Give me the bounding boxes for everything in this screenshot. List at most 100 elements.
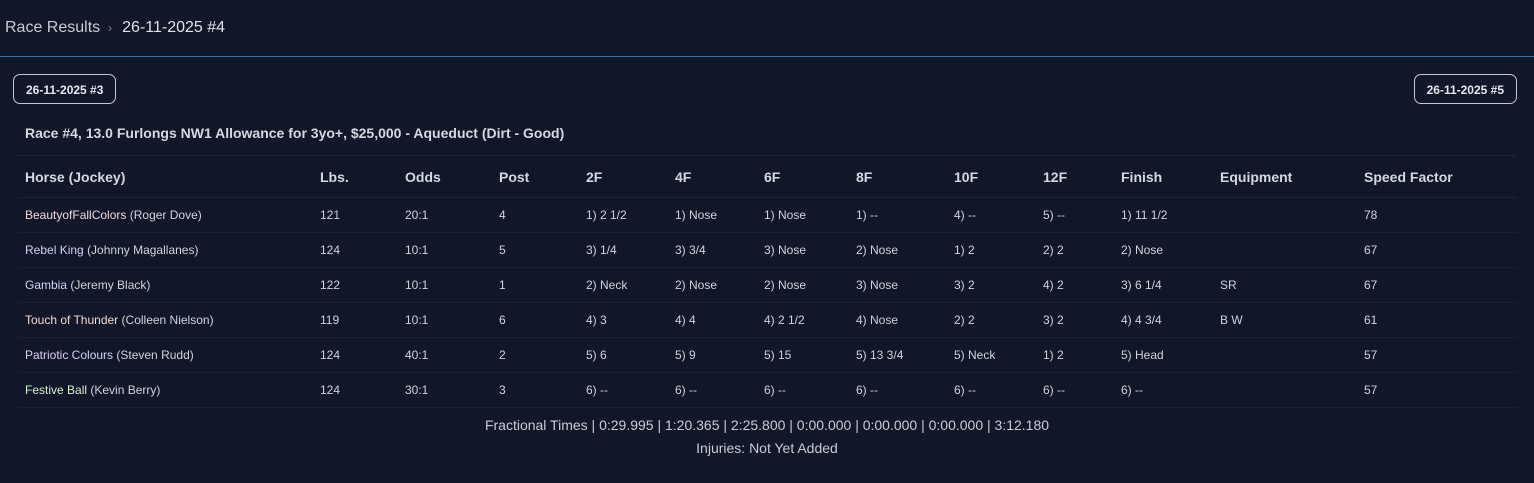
column-header: 2F [586,168,603,185]
speed-factor-cell: 57 [1364,383,1378,397]
column-header: 10F [954,168,979,185]
split-4f-cell: 2) Nose [675,278,718,292]
split-2f-cell: 1) 2 1/2 [586,208,627,222]
horse-jockey-cell: Touch of Thunder (Colleen Nielson) [17,303,312,338]
speed-factor-cell: 57 [1364,348,1378,362]
column-header: Horse (Jockey) [25,168,126,185]
split-2f-cell: 4) 3 [586,313,607,327]
breadcrumb-race-results-link[interactable]: Race Results [5,19,100,37]
speed-factor-cell: 67 [1364,243,1378,257]
column-header: 4F [675,168,692,185]
post-cell: 2 [499,348,506,362]
split-4f-cell: 1) Nose [675,208,718,222]
post-cell: 4 [499,208,506,222]
post-cell: 1 [499,278,506,292]
table-row: Rebel King (Johnny Magallanes) 124 10:1 5 3)… [17,233,1517,268]
split-10f-cell: 1) 2 [954,243,975,257]
previous-race-button[interactable]: 26-11-2025 #3 [13,74,117,104]
horse-name-link[interactable]: Rebel King [25,243,84,257]
odds-cell: 40:1 [405,348,429,362]
equipment-cell [1212,338,1356,373]
finish-cell: 3) 6 1/4 [1121,278,1162,292]
split-10f-cell: 4) -- [954,208,976,222]
jockey-name: (Colleen Nielson) [121,313,214,327]
horse-name-link[interactable]: BeautyofFallColors [25,208,126,222]
split-2f-cell: 6) -- [586,383,608,397]
lbs-cell: 119 [320,313,340,327]
odds-cell: 10:1 [405,243,429,257]
speed-factor-cell: 67 [1364,278,1378,292]
jockey-name: (Steven Rudd) [116,348,194,362]
horse-name-link[interactable]: Gambia [25,278,67,292]
split-6f-cell: 2) Nose [764,278,807,292]
split-12f-cell: 2) 2 [1043,243,1064,257]
column-header: Lbs. [320,168,349,185]
post-cell: 5 [499,243,506,257]
breadcrumb: Race Results › 26-11-2025 #4 [0,0,1534,57]
fractional-times: Fractional Times | 0:29.995 | 1:20.365 |… [484,417,1050,433]
equipment-cell [1212,233,1356,268]
speed-factor-cell: 61 [1364,313,1378,327]
split-8f-cell: 1) -- [856,208,878,222]
horse-jockey-cell: Patriotic Colours (Steven Rudd) [17,338,312,373]
column-header: 12F [1043,168,1068,185]
split-6f-cell: 3) Nose [764,243,807,257]
finish-cell: 4) 4 3/4 [1121,313,1162,327]
split-4f-cell: 6) -- [675,383,697,397]
jockey-name: (Roger Dove) [129,208,202,222]
equipment-cell [1212,198,1356,233]
horse-jockey-cell: BeautyofFallColors (Roger Dove) [17,198,312,233]
split-8f-cell: 6) -- [856,383,878,397]
column-header: Post [499,168,530,185]
equipment-cell [1212,373,1356,408]
column-header: 8F [856,168,873,185]
split-8f-cell: 2) Nose [856,243,899,257]
column-header: Odds [405,168,441,185]
finish-cell: 5) Head [1121,348,1164,362]
race-title: Race #4, 13.0 Furlongs NW1 Allowance for… [25,125,565,141]
split-12f-cell: 1) 2 [1043,348,1064,362]
race-navigation: 26-11-2025 #3 26-11-2025 #5 [0,57,1534,107]
split-12f-cell: 6) -- [1043,383,1065,397]
split-10f-cell: 3) 2 [954,278,975,292]
column-header: Finish [1121,168,1163,185]
equipment-cell: B W [1220,313,1243,327]
odds-cell: 20:1 [405,208,429,222]
split-6f-cell: 6) -- [764,383,786,397]
lbs-cell: 124 [320,383,341,397]
split-6f-cell: 1) Nose [764,208,807,222]
horse-jockey-cell: Festive Ball (Kevin Berry) [17,373,312,408]
post-cell: 6 [499,313,506,327]
jockey-name: (Jeremy Black) [70,278,151,292]
split-10f-cell: 2) 2 [954,313,975,327]
horse-jockey-cell: Gambia (Jeremy Black) [17,268,312,303]
column-header: Speed Factor [1364,168,1453,185]
split-12f-cell: 5) -- [1043,208,1065,222]
horse-name-link[interactable]: Patriotic Colours [25,348,113,362]
table-body: BeautyofFallColors (Roger Dove) 121 20:1 4 1… [17,198,1517,408]
split-2f-cell: 3) 1/4 [586,243,617,257]
horse-name-link[interactable]: Festive Ball [25,383,87,397]
results-table: Horse (Jockey) Lbs. Odds Post 2F 4F 6F 8F 10F 12F… [17,155,1517,408]
horse-name-link[interactable]: Touch of Thunder [25,313,118,327]
injuries-text: Injuries: Not Yet Added [696,440,838,456]
lbs-cell: 124 [320,243,341,257]
table-row: Gambia (Jeremy Black) 122 10:1 1 2) Neck 2) N… [17,268,1517,303]
finish-cell: 2) Nose [1121,243,1164,257]
split-2f-cell: 2) Neck [586,278,628,292]
split-8f-cell: 5) 13 3/4 [856,348,904,362]
results-table-container: Horse (Jockey) Lbs. Odds Post 2F 4F 6F 8F 10F 12F… [17,155,1517,408]
jockey-name: (Johnny Magallanes) [87,243,199,257]
split-8f-cell: 4) Nose [856,313,899,327]
odds-cell: 10:1 [405,278,429,292]
post-cell: 3 [499,383,506,397]
table-row: Patriotic Colours (Steven Rudd) 124 40:1 2 5… [17,338,1517,373]
table-row: Touch of Thunder (Colleen Nielson) 119 10:… [17,303,1517,338]
split-6f-cell: 5) 15 [764,348,792,362]
next-race-button[interactable]: 26-11-2025 #5 [1413,74,1517,104]
jockey-name: (Kevin Berry) [90,383,161,397]
split-4f-cell: 4) 4 [675,313,696,327]
lbs-cell: 121 [320,208,341,222]
finish-cell: 1) 11 1/2 [1121,208,1168,222]
odds-cell: 30:1 [405,383,429,397]
